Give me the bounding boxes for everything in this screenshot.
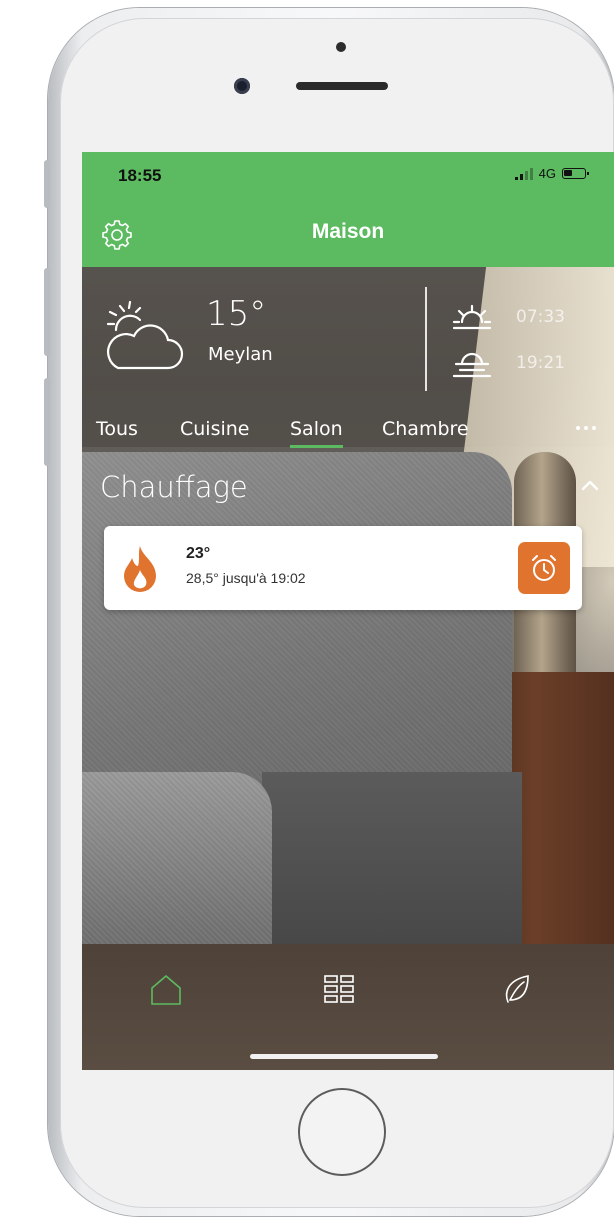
home-icon [151, 975, 181, 1005]
sunrise-icon [452, 304, 492, 330]
sun-cloud-icon [106, 300, 184, 370]
page-title: Maison [311, 220, 385, 243]
proximity-sensor [336, 42, 346, 52]
tab-chambre[interactable]: Chambre [382, 418, 469, 440]
background-armchair-seat [262, 772, 522, 952]
weather-temperature: 15° [206, 294, 267, 334]
tab-tous[interactable]: Tous [96, 418, 138, 440]
earpiece-speaker [296, 82, 388, 90]
network-label: 4G [538, 166, 556, 181]
section-title: Chauffage [100, 470, 248, 504]
nav-grid-button[interactable] [321, 972, 357, 1008]
battery-icon [562, 168, 589, 179]
stopwatch-icon [532, 555, 556, 581]
heating-card[interactable]: 23° 28,5° jusqu'à 19:02 [104, 526, 582, 610]
status-time: 18:55 [118, 166, 162, 185]
app-screen: 18:55 4G Maison 15° Meylan 07:33 19:21 T… [82, 152, 614, 1070]
chevron-up-icon[interactable] [578, 474, 602, 498]
sunset-time: 19:21 [516, 353, 565, 373]
heating-override: 28,5° jusqu'à 19:02 [186, 570, 306, 586]
leaf-icon [505, 975, 529, 1003]
sunrise-time: 07:33 [516, 307, 565, 327]
heating-current-temp: 23° [186, 545, 211, 562]
nav-eco-button[interactable] [498, 972, 534, 1008]
flame-icon [124, 546, 156, 592]
tab-salon[interactable]: Salon [290, 418, 343, 448]
home-button[interactable] [298, 1088, 386, 1176]
sunrise-row: 07:33 [450, 302, 565, 332]
room-tabs: Tous Cuisine Salon Chambre [96, 418, 614, 452]
background-armchair-arm [82, 772, 272, 952]
mute-switch [44, 160, 50, 208]
volume-down-button [44, 378, 50, 466]
signal-icon [514, 167, 533, 180]
front-camera [234, 78, 250, 94]
weather-city: Meylan [208, 344, 273, 365]
more-tabs-button[interactable] [576, 426, 596, 430]
volume-up-button [44, 268, 50, 356]
grid-icon [324, 975, 354, 1003]
status-indicators: 4G [514, 166, 589, 181]
status-bar: 18:55 4G [82, 152, 614, 200]
weather-divider [425, 287, 427, 391]
home-indicator[interactable] [250, 1054, 438, 1059]
sunset-icon [452, 352, 492, 378]
nav-home-button[interactable] [148, 972, 184, 1008]
sunset-row: 19:21 [450, 348, 565, 378]
bottom-navigation [82, 944, 614, 1070]
timer-button[interactable] [518, 542, 570, 594]
app-header: Maison [82, 200, 614, 267]
tab-cuisine[interactable]: Cuisine [180, 418, 250, 440]
